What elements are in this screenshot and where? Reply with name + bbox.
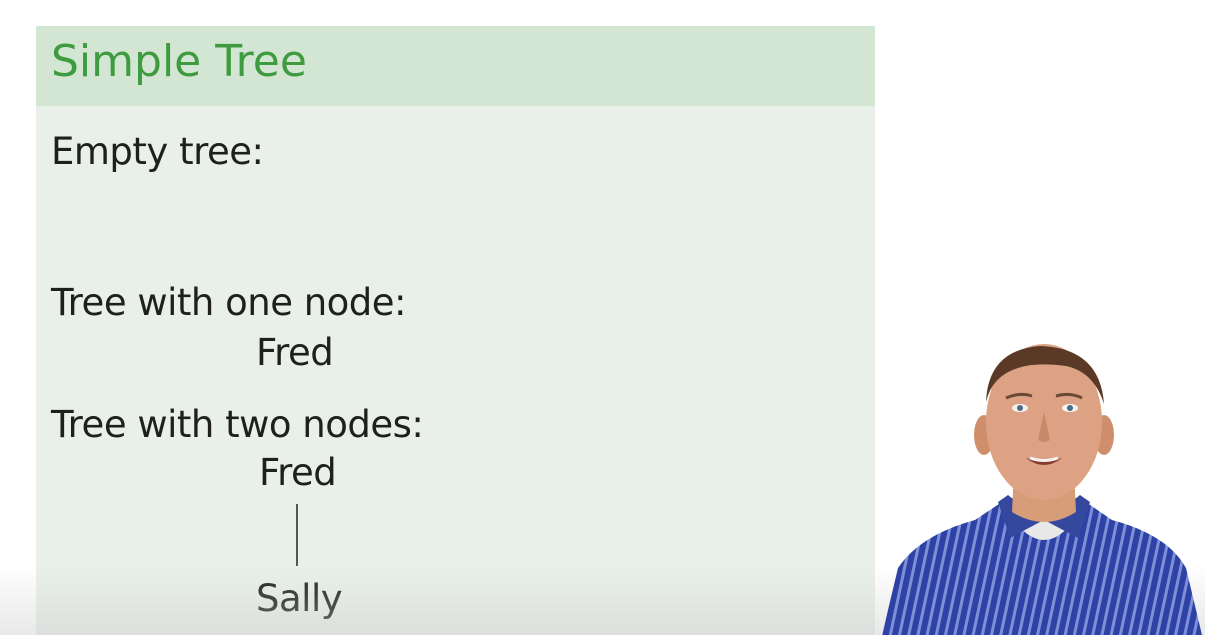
- video-frame: Simple Tree Empty tree: Tree with one no…: [0, 0, 1205, 635]
- one-node-root: Fred: [256, 331, 334, 374]
- two-node-root: Fred: [259, 451, 337, 494]
- one-node-tree-label: Tree with one node:: [51, 281, 407, 324]
- slide-title: Simple Tree: [51, 36, 307, 87]
- empty-tree-label: Empty tree:: [51, 130, 264, 173]
- presenter-image: [882, 344, 1202, 635]
- tree-edge: [296, 504, 298, 566]
- two-node-child: Sally: [256, 577, 343, 620]
- slide: Simple Tree Empty tree: Tree with one no…: [36, 26, 875, 635]
- slide-header: Simple Tree: [36, 26, 875, 106]
- two-node-tree-label: Tree with two nodes:: [51, 403, 424, 446]
